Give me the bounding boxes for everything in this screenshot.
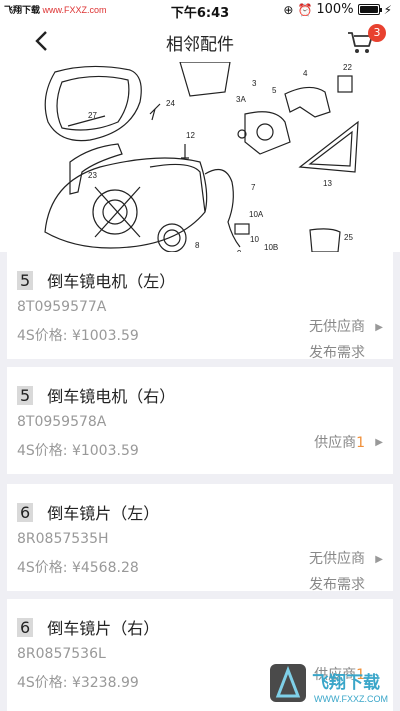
watermark-url-text: WWW.FXXZ.COM <box>314 694 388 704</box>
supplier-link[interactable]: 供应商1 <box>314 432 365 452</box>
post-demand-link[interactable]: 发布需求 <box>309 342 365 362</box>
status-indicators: ⊕ ⏰ 100% ⚡ <box>283 2 392 17</box>
exploded-view-drawing: 27 24 12 23 3 3A 4 22 5 13 7 10A 10 10B … <box>44 62 359 252</box>
part-name: 倒车镜片（左） <box>47 504 160 523</box>
part-code: 8T0959577A <box>17 299 107 315</box>
part-price: 4S价格: ¥3238.99 <box>17 675 139 691</box>
cart-button[interactable]: 3 <box>346 24 386 56</box>
svg-text:3: 3 <box>252 79 257 88</box>
chevron-right-icon: ▶ <box>375 437 383 448</box>
part-code: 8T0959578A <box>17 414 107 430</box>
part-name: 倒车镜电机（左） <box>47 272 176 291</box>
part-title: 6 倒车镜片（左） <box>17 500 159 524</box>
svg-text:10: 10 <box>250 235 259 244</box>
status-bar: 飞翔下载 www.FXXZ.com 下午6:43 ⊕ ⏰ 100% ⚡ <box>0 0 400 21</box>
supplier-count: 1 <box>356 435 365 451</box>
part-position-number: 5 <box>17 385 34 405</box>
part-price: 4S价格: ¥1003.59 <box>17 328 139 344</box>
chevron-right-icon: ▶ <box>375 322 383 333</box>
part-code: 8R0857535H <box>17 531 109 547</box>
charging-icon: ⚡ <box>383 2 392 17</box>
part-price: 4S价格: ¥1003.59 <box>17 443 139 459</box>
part-card[interactable]: 6 倒车镜片（左） 8R0857535H 4S价格: ¥4568.28 无供应商… <box>7 484 393 594</box>
svg-text:13: 13 <box>323 179 332 188</box>
alarm-icon: ⏰ <box>297 2 313 17</box>
svg-text:24: 24 <box>166 99 175 108</box>
svg-text:7: 7 <box>251 183 256 192</box>
part-card[interactable]: 5 倒车镜电机（右） 8T0959578A 4S价格: ¥1003.59 供应商… <box>7 367 393 474</box>
svg-text:10B: 10B <box>264 243 278 252</box>
part-title: 5 倒车镜电机（左） <box>17 268 175 292</box>
supplier-label: 供应商 <box>314 435 357 451</box>
battery-icon <box>357 4 382 15</box>
svg-text:5: 5 <box>272 86 277 95</box>
navigation-bar: 相邻配件 3 <box>0 20 400 62</box>
part-title: 6 倒车镜片（右） <box>17 615 159 639</box>
parts-diagram[interactable]: 27 24 12 23 3 3A 4 22 5 13 7 10A 10 10B … <box>0 62 400 252</box>
part-code: 8R0857536L <box>17 646 106 662</box>
watermark-logo: 飞翔下载 WWW.FXXZ.COM <box>268 660 398 708</box>
page-title: 相邻配件 <box>166 35 234 55</box>
part-name: 倒车镜电机（右） <box>47 387 176 406</box>
watermark-brand-text: 飞翔下载 <box>312 672 380 693</box>
post-demand-link[interactable]: 发布需求 <box>309 574 365 594</box>
supplier-status: 无供应商 <box>309 319 365 335</box>
svg-text:12: 12 <box>186 131 195 140</box>
svg-text:25: 25 <box>344 233 353 242</box>
svg-text:22: 22 <box>343 63 352 72</box>
svg-text:3A: 3A <box>236 95 246 104</box>
part-position-number: 6 <box>17 502 34 522</box>
svg-text:8: 8 <box>195 241 200 250</box>
svg-text:27: 27 <box>88 111 97 120</box>
supplier-status: 无供应商 <box>309 551 365 567</box>
part-title: 5 倒车镜电机（右） <box>17 383 175 407</box>
part-card[interactable]: 5 倒车镜电机（左） 8T0959577A 4S价格: ¥1003.59 无供应… <box>7 252 393 362</box>
part-price: 4S价格: ¥4568.28 <box>17 560 139 576</box>
svg-text:10A: 10A <box>249 210 264 219</box>
orientation-lock-icon: ⊕ <box>283 2 294 17</box>
part-name: 倒车镜片（右） <box>47 619 160 638</box>
chevron-right-icon: ▶ <box>375 554 383 565</box>
svg-text:4: 4 <box>303 69 308 78</box>
svg-text:23: 23 <box>88 171 97 180</box>
battery-percent: 100% <box>316 2 354 17</box>
part-position-number: 5 <box>17 270 34 290</box>
part-position-number: 6 <box>17 617 34 637</box>
cart-badge: 3 <box>368 24 386 42</box>
